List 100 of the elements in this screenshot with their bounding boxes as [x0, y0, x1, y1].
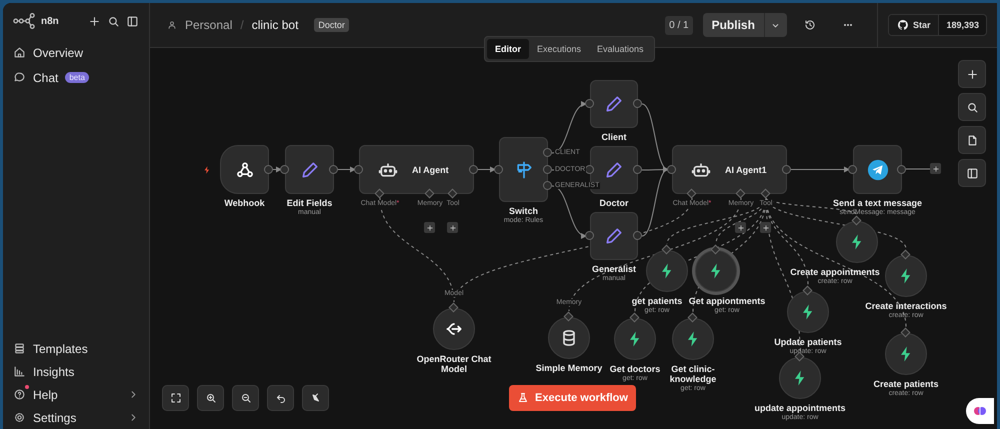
- sidebar-item[interactable]: Settings: [13, 408, 139, 427]
- stack-icon: [13, 342, 26, 355]
- node-title: Client: [601, 132, 626, 142]
- flask-icon: [517, 392, 530, 404]
- workflow-node[interactable]: [590, 212, 638, 260]
- search-icon[interactable]: [107, 14, 120, 28]
- gear-icon: [13, 411, 26, 424]
- workflow-node[interactable]: [590, 80, 638, 128]
- tool-node[interactable]: [548, 317, 590, 359]
- plus-icon: [932, 164, 940, 172]
- connection-handle[interactable]: [585, 99, 594, 108]
- sidebar-item[interactable]: Templates: [13, 339, 139, 358]
- tool-node[interactable]: [836, 221, 878, 263]
- plus-icon[interactable]: [88, 14, 101, 28]
- plus-icon: [448, 224, 456, 232]
- tool-node[interactable]: [646, 250, 688, 292]
- version-counter: 0 / 1: [665, 16, 693, 34]
- add-node-button[interactable]: [424, 222, 435, 233]
- sidebar-item[interactable]: Overview: [13, 43, 139, 62]
- home-icon: [13, 46, 26, 59]
- zoom-out-icon: [240, 392, 252, 404]
- view-tab[interactable]: Executions: [529, 39, 590, 59]
- connection-line: [552, 102, 587, 154]
- node-title: Doctor: [600, 198, 628, 208]
- fit-view-button[interactable]: [162, 385, 189, 411]
- chat-bubble-icon: [13, 71, 26, 84]
- undo-button[interactable]: [267, 385, 294, 411]
- tool-node[interactable]: [614, 318, 656, 360]
- pencil-icon: [300, 160, 320, 180]
- add-node-button[interactable]: [930, 163, 941, 174]
- publish-button[interactable]: Publish: [702, 13, 764, 37]
- document-icon: [966, 134, 978, 146]
- broom-icon: [310, 392, 322, 404]
- connection-handle[interactable]: [633, 231, 642, 240]
- panel-toggle-icon[interactable]: [126, 14, 139, 28]
- tool-node[interactable]: [787, 291, 829, 333]
- logo-text: n8n: [41, 16, 60, 26]
- sidebar-item[interactable]: Help: [13, 385, 139, 404]
- node-title: OpenRouter Chat Model: [416, 354, 492, 374]
- workflow-name[interactable]: clinic bot: [252, 18, 298, 32]
- zoom-out-button[interactable]: [232, 385, 259, 411]
- node-title: Create patients: [873, 379, 939, 389]
- webhook-icon: [234, 160, 254, 180]
- workflow-node[interactable]: AI Agent1: [672, 145, 787, 194]
- node-title: get patients: [632, 296, 682, 306]
- workflow-node[interactable]: [285, 145, 334, 194]
- connection-handle[interactable]: [494, 164, 503, 174]
- assistant-button[interactable]: [966, 398, 994, 424]
- connection-handle[interactable]: [585, 231, 594, 240]
- sidebar-item[interactable]: Insights: [13, 362, 139, 381]
- search-button[interactable]: [958, 93, 986, 121]
- node-title: Create appointments: [790, 267, 880, 277]
- view-tab[interactable]: Evaluations: [589, 39, 652, 59]
- sticky-note-button[interactable]: [958, 126, 986, 154]
- workflow-node[interactable]: AI Agent: [359, 145, 474, 194]
- panel-toggle-button[interactable]: [958, 159, 986, 187]
- tidy-up-button[interactable]: [302, 385, 329, 411]
- tool-node[interactable]: [885, 255, 927, 297]
- view-tab[interactable]: Editor: [487, 39, 529, 59]
- add-node-button[interactable]: [447, 222, 458, 233]
- tool-node[interactable]: [695, 250, 737, 292]
- node-title: Send a text message: [832, 198, 922, 208]
- node-title: update appointments: [754, 403, 846, 413]
- tool-node[interactable]: [779, 357, 821, 399]
- project-breadcrumb[interactable]: Personal: [185, 18, 232, 32]
- undo-icon: [274, 392, 286, 404]
- logo-icon: [13, 10, 35, 32]
- tool-node[interactable]: [885, 333, 927, 375]
- workflow-tag[interactable]: Doctor: [314, 18, 349, 32]
- workflow-node[interactable]: [853, 145, 902, 194]
- connection-handle[interactable]: [633, 99, 642, 108]
- tool-node[interactable]: [433, 308, 475, 350]
- history-icon: [804, 19, 816, 31]
- execute-workflow-button[interactable]: Execute workflow: [509, 385, 636, 411]
- sidebar-item[interactable]: Chat beta: [13, 68, 139, 87]
- connection-handle[interactable]: [633, 165, 642, 174]
- connection-handle[interactable]: [354, 164, 363, 174]
- pencil-icon: [604, 160, 624, 180]
- panel-toggle-icon: [966, 166, 978, 180]
- workflow-node[interactable]: [499, 137, 548, 202]
- breadcrumb-separator: /: [240, 18, 244, 32]
- plus-icon: [966, 68, 978, 80]
- add-node-button[interactable]: [735, 222, 746, 233]
- add-node-button[interactable]: [760, 222, 771, 233]
- node-title: Webhook: [224, 198, 265, 208]
- workflow-node[interactable]: [220, 145, 269, 194]
- node-title: Edit Fields: [286, 198, 332, 208]
- node-title: AI Agent1: [725, 164, 767, 174]
- zoom-in-button[interactable]: [197, 385, 224, 411]
- connection-handle[interactable]: [667, 164, 676, 174]
- search-icon: [966, 100, 978, 114]
- github-star-button[interactable]: Star 189,393: [888, 14, 987, 36]
- paper-plane-icon: [866, 158, 888, 180]
- node-title: Create interactions: [865, 301, 947, 311]
- tool-node[interactable]: [672, 318, 714, 360]
- star-count: 189,393: [945, 19, 980, 32]
- zoom-in-icon: [204, 392, 216, 404]
- history-button[interactable]: [804, 19, 816, 31]
- github-logo-icon: [896, 19, 909, 31]
- connection-handle[interactable]: [848, 164, 857, 174]
